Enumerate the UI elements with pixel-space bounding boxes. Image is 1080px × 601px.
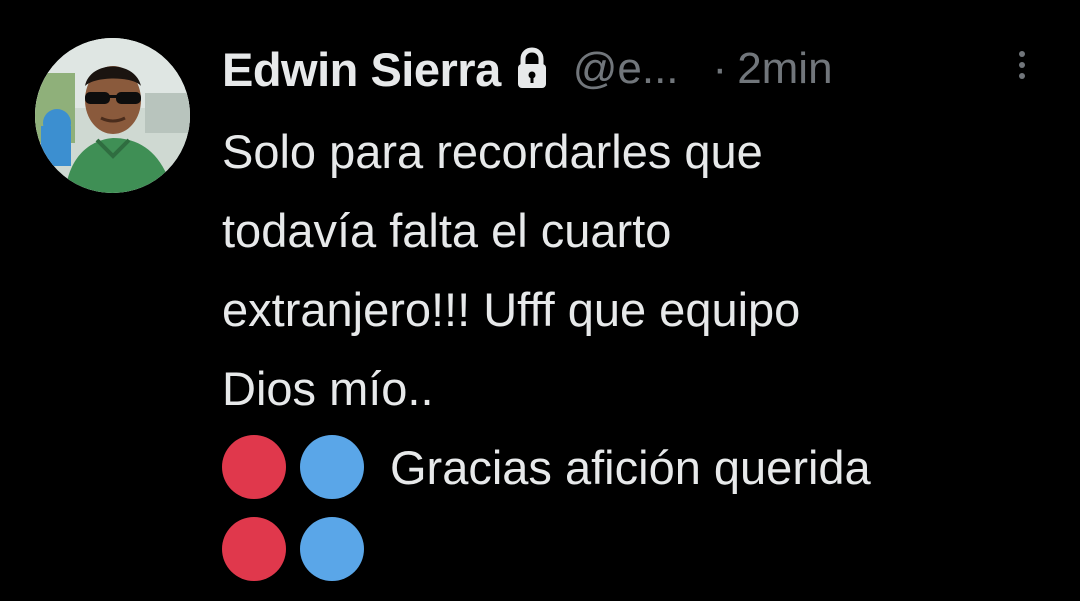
separator-dot: · (712, 44, 728, 93)
more-vertical-icon[interactable] (1012, 46, 1032, 86)
tweet-text-line: extranjero!!! Ufff que equipo (222, 283, 801, 336)
author-handle[interactable]: @e... (573, 44, 679, 94)
red-circle-emoji (222, 517, 286, 581)
tweet: Edwin Sierra @e... · 2min Solo para reco… (0, 0, 1080, 601)
blue-circle-emoji (300, 517, 364, 581)
emoji-row: Gracias afición querida (222, 432, 871, 502)
avatar[interactable] (35, 38, 190, 193)
tweet-text-line: Dios mío.. (222, 362, 434, 415)
tweet-text: Solo para recordarles que todavía falta … (222, 112, 1042, 428)
author-name[interactable]: Edwin Sierra (222, 42, 501, 97)
tweet-header: Edwin Sierra @e... · 2min (222, 36, 1042, 102)
emoji-row (222, 514, 364, 584)
timestamp[interactable]: 2min (737, 44, 832, 94)
closing-text: Gracias afición querida (390, 440, 871, 494)
tweet-text-line: Solo para recordarles que (222, 125, 763, 178)
red-circle-emoji (222, 435, 286, 499)
blue-circle-emoji (300, 435, 364, 499)
tweet-text-line: todavía falta el cuarto (222, 204, 672, 257)
lock-icon (515, 47, 549, 91)
avatar-photo (35, 38, 190, 193)
